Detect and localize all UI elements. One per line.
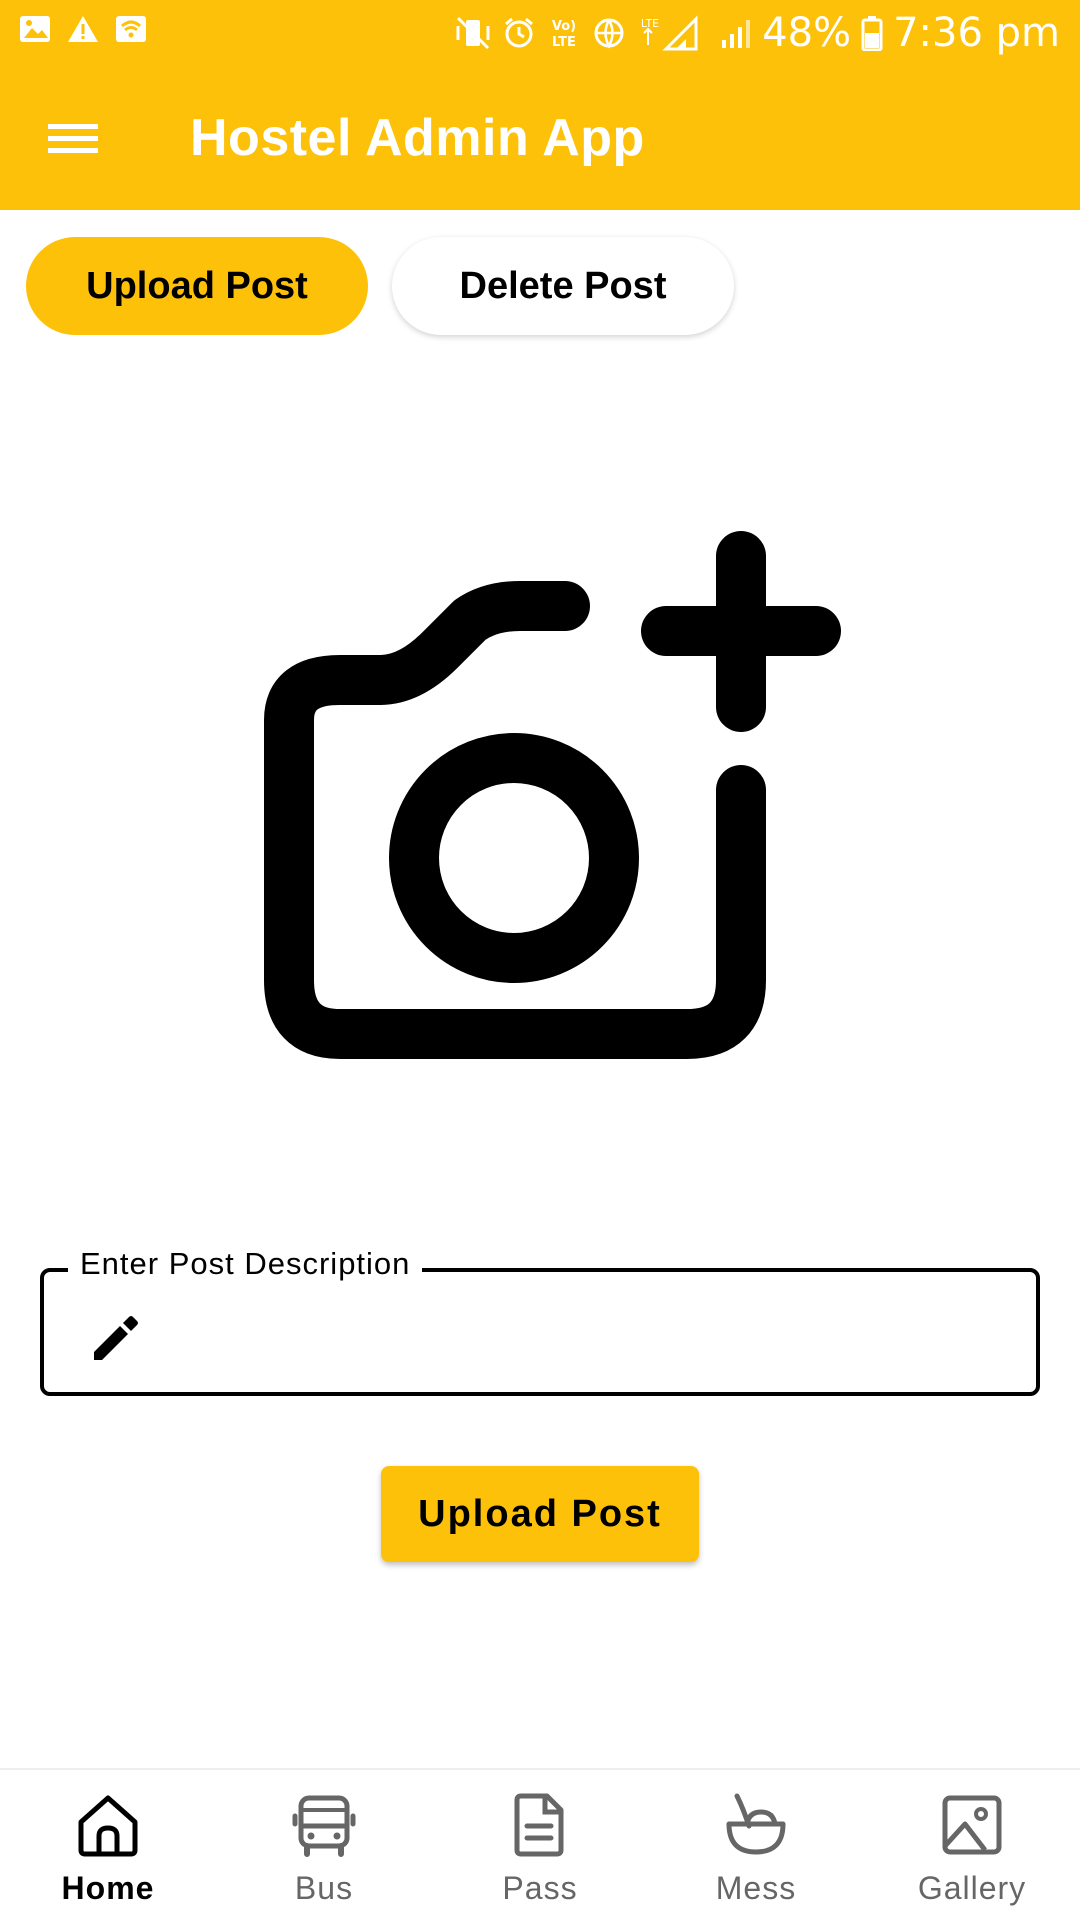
clock-time: 7:36 pm xyxy=(893,10,1060,56)
nav-item-pass[interactable]: Pass xyxy=(432,1770,648,1920)
document-icon xyxy=(514,1793,564,1857)
svg-text:LTE: LTE xyxy=(641,17,659,30)
warning-notification-icon xyxy=(68,16,98,42)
bottom-navigation: Home Bus Pass Mess Gallery xyxy=(0,1768,1080,1920)
status-left-icons xyxy=(18,14,148,44)
signal-strength-icon xyxy=(722,20,751,48)
status-bar: Vo) LTE LTE 48% 7:36 pm xyxy=(0,0,1080,64)
upload-post-button[interactable]: Upload Post xyxy=(381,1466,699,1562)
hamburger-menu-icon[interactable] xyxy=(40,110,106,166)
status-right-icons: Vo) LTE LTE 48% 7:36 pm xyxy=(454,10,1060,56)
nav-item-mess[interactable]: Mess xyxy=(648,1770,864,1920)
nav-item-gallery[interactable]: Gallery xyxy=(864,1770,1080,1920)
app-bar: Hostel Admin App xyxy=(0,64,1080,210)
app-title: Hostel Admin App xyxy=(190,109,645,167)
nav-label-gallery: Gallery xyxy=(917,1870,1027,1906)
post-description-field[interactable]: Enter Post Description xyxy=(40,1246,1040,1396)
image-icon xyxy=(942,1795,1002,1855)
nav-label-mess: Mess xyxy=(715,1870,797,1906)
nav-item-bus[interactable]: Bus xyxy=(216,1770,432,1920)
nav-label-home: Home xyxy=(61,1870,155,1906)
svg-text:LTE: LTE xyxy=(552,35,576,50)
wifi-notification-icon xyxy=(116,16,146,42)
post-description-label: Enter Post Description xyxy=(68,1246,423,1282)
bus-icon xyxy=(292,1795,356,1857)
battery-percentage: 48% xyxy=(762,10,852,56)
svg-text:Vo): Vo) xyxy=(552,19,576,34)
post-description-input[interactable] xyxy=(174,1294,1014,1374)
nav-item-home[interactable]: Home xyxy=(0,1770,216,1920)
battery-icon xyxy=(861,16,883,51)
tab-upload-post[interactable]: Upload Post xyxy=(26,237,368,335)
volte-icon: Vo)LTE xyxy=(552,19,576,50)
data-saver-icon xyxy=(594,18,624,49)
tab-delete-post[interactable]: Delete Post xyxy=(392,237,734,335)
nav-label-pass: Pass xyxy=(502,1870,578,1906)
vibrate-mute-icon xyxy=(456,16,490,50)
food-bowl-icon xyxy=(726,1793,786,1855)
alarm-icon xyxy=(505,17,534,48)
nav-label-bus: Bus xyxy=(294,1870,354,1906)
home-icon xyxy=(78,1795,138,1857)
pencil-icon xyxy=(94,1316,138,1360)
lte-signal-icon: LTE xyxy=(641,15,698,51)
gallery-notification-icon xyxy=(20,16,50,42)
add-photo-camera-icon[interactable] xyxy=(240,520,860,1080)
